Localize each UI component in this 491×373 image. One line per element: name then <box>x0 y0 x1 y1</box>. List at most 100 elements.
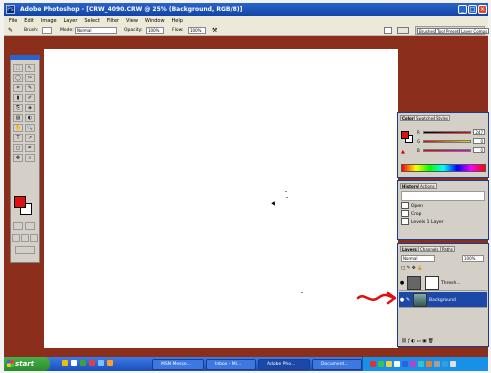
tab-layers[interactable]: Layers <box>400 246 419 252</box>
brush-preset-picker[interactable] <box>42 27 52 34</box>
minimize-button[interactable]: _ <box>458 5 467 14</box>
flow-field[interactable]: 100% <box>188 27 206 34</box>
mode-select[interactable]: Normal <box>75 27 117 34</box>
imageready-jump-icon[interactable] <box>15 246 35 254</box>
zoom-tool-icon[interactable]: 🔍 <box>25 124 35 132</box>
brush-tool-icon[interactable]: ▮ <box>13 94 23 102</box>
history-brush-icon[interactable]: ◈ <box>25 104 35 112</box>
tray-icon[interactable] <box>410 361 416 367</box>
channel-r-value[interactable]: 247 <box>473 129 485 135</box>
window-title-bar[interactable]: Adobe Photoshop - [CRW_4090.CRW @ 25% (B… <box>4 3 488 16</box>
taskbar-clock[interactable] <box>466 357 488 371</box>
layer-lock-icons[interactable]: □ ✎ ✥ 🔒 <box>401 265 485 272</box>
screen-mode-standard-icon[interactable] <box>12 234 20 242</box>
foreground-color-swatch[interactable] <box>14 196 26 208</box>
menu-edit[interactable]: Edit <box>24 17 34 25</box>
eyedropper-tool-icon[interactable]: ⌕ <box>25 154 35 162</box>
toolbox-header[interactable] <box>10 55 40 60</box>
quicklaunch-icon[interactable] <box>89 360 95 366</box>
tab-actions[interactable]: Actions <box>418 183 437 189</box>
standard-mode-icon[interactable] <box>13 222 23 230</box>
quicklaunch-icon[interactable] <box>80 360 86 366</box>
layer-blend-mode-select[interactable]: Normal <box>401 255 435 262</box>
pen-tool-icon[interactable]: ✒ <box>25 144 35 152</box>
document-canvas[interactable] <box>44 49 398 348</box>
healing-brush-icon[interactable]: ✎ <box>25 84 35 92</box>
menu-image[interactable]: Image <box>41 17 57 25</box>
tray-icon[interactable] <box>402 361 408 367</box>
channel-b-slider[interactable] <box>423 149 471 152</box>
screen-mode-full-icon[interactable] <box>30 234 38 242</box>
path-selection-icon[interactable]: ↗ <box>25 134 35 142</box>
quicklaunch-icon[interactable] <box>98 360 104 366</box>
history-item-levels[interactable]: Levels 1 Layer <box>401 218 485 226</box>
taskbar-item-photoshop[interactable]: Adobe Pho... <box>258 359 310 370</box>
tab-styles[interactable]: Styles <box>434 115 451 121</box>
crop-tool-icon[interactable]: ✂ <box>25 74 35 82</box>
tray-icon[interactable] <box>370 361 376 367</box>
airbrush-icon[interactable]: ⚒ <box>212 27 220 34</box>
tray-icon[interactable] <box>394 361 400 367</box>
channel-g-value[interactable]: 0 <box>473 138 485 144</box>
brush-tool-icon[interactable]: ✎ <box>8 27 16 34</box>
gamut-warning-icon[interactable]: ▲ <box>401 150 407 155</box>
palette-toggle-icon[interactable] <box>397 27 409 34</box>
menu-help[interactable]: Help <box>171 17 182 25</box>
adjustment-layer-icon <box>407 275 421 290</box>
menu-file[interactable]: File <box>9 17 17 25</box>
tray-icon[interactable] <box>426 361 432 367</box>
close-button[interactable]: × <box>478 5 487 14</box>
lasso-tool-icon[interactable]: ◯ <box>13 74 23 82</box>
taskbar-item-document[interactable]: Document... <box>312 359 362 370</box>
color-spectrum-bar[interactable] <box>401 164 486 172</box>
eye-icon[interactable]: ● <box>399 275 405 290</box>
tab-channels[interactable]: Channels <box>418 246 441 252</box>
history-snapshot[interactable] <box>401 191 485 201</box>
hand-tool-icon[interactable]: ✋ <box>13 124 23 132</box>
tab-paths[interactable]: Paths <box>440 246 455 252</box>
eraser-tool-icon[interactable]: ▨ <box>13 114 23 122</box>
well-tab-layer-comps[interactable]: Layer Comps <box>459 28 490 34</box>
clone-stamp-icon[interactable]: ⎘ <box>13 104 23 112</box>
marquee-tool-icon[interactable]: ⬚ <box>13 64 23 72</box>
tray-icon[interactable] <box>442 361 448 367</box>
shape-tool-icon[interactable]: ◻ <box>13 144 23 152</box>
maximize-button[interactable]: □ <box>468 5 477 14</box>
file-browser-icon[interactable] <box>384 27 392 34</box>
tray-icon[interactable] <box>434 361 440 367</box>
channel-g-slider[interactable] <box>423 140 471 143</box>
opacity-field[interactable]: 100% <box>146 27 164 34</box>
layer-opacity-field[interactable]: 100% <box>462 255 484 262</box>
history-item-crop[interactable]: Crop <box>401 210 485 218</box>
taskbar-item-msn[interactable]: MSN Messe... <box>152 359 204 370</box>
channel-r-slider[interactable] <box>423 131 471 134</box>
quicklaunch-icon[interactable] <box>71 360 77 366</box>
screen-mode-full-menu-icon[interactable] <box>21 234 29 242</box>
menu-view[interactable]: View <box>126 17 138 25</box>
menu-layer[interactable]: Layer <box>64 17 78 25</box>
tray-icon[interactable] <box>378 361 384 367</box>
layer-row-threshold[interactable]: ● Thresh... <box>399 275 487 291</box>
type-tool-icon[interactable]: T <box>13 134 23 142</box>
slice-tool-icon[interactable]: ⌗ <box>13 84 23 92</box>
quicklaunch-icon[interactable] <box>62 360 68 366</box>
photoshop-app-icon[interactable]: Ps <box>6 5 15 14</box>
layer-row-background[interactable]: ● ✎ Background <box>399 292 487 308</box>
menu-select[interactable]: Select <box>84 17 99 25</box>
history-item-open[interactable]: Open <box>401 202 485 210</box>
pencil-tool-icon[interactable]: ✐ <box>25 94 35 102</box>
quicklaunch-icon[interactable] <box>107 360 113 366</box>
tray-icon[interactable] <box>418 361 424 367</box>
tray-icon[interactable] <box>386 361 392 367</box>
menu-filter[interactable]: Filter <box>107 17 119 25</box>
tray-icon[interactable] <box>450 361 456 367</box>
menu-window[interactable]: Window <box>145 17 165 25</box>
taskbar-item-inbox[interactable]: Inbox - Mi... <box>206 359 256 370</box>
gradient-tool-icon[interactable]: ◐ <box>25 114 35 122</box>
layers-palette-footer-icons[interactable]: ⛓ ƒ ◐ ▭ ▣ 🗑 <box>401 338 485 345</box>
channel-b-value[interactable]: 0 <box>473 147 485 153</box>
move-tool-icon[interactable]: ↖ <box>25 64 35 72</box>
notes-tool-icon[interactable]: ✥ <box>13 154 23 162</box>
quick-mask-icon[interactable] <box>25 222 35 230</box>
color-palette-foreground-swatch[interactable] <box>401 131 409 139</box>
